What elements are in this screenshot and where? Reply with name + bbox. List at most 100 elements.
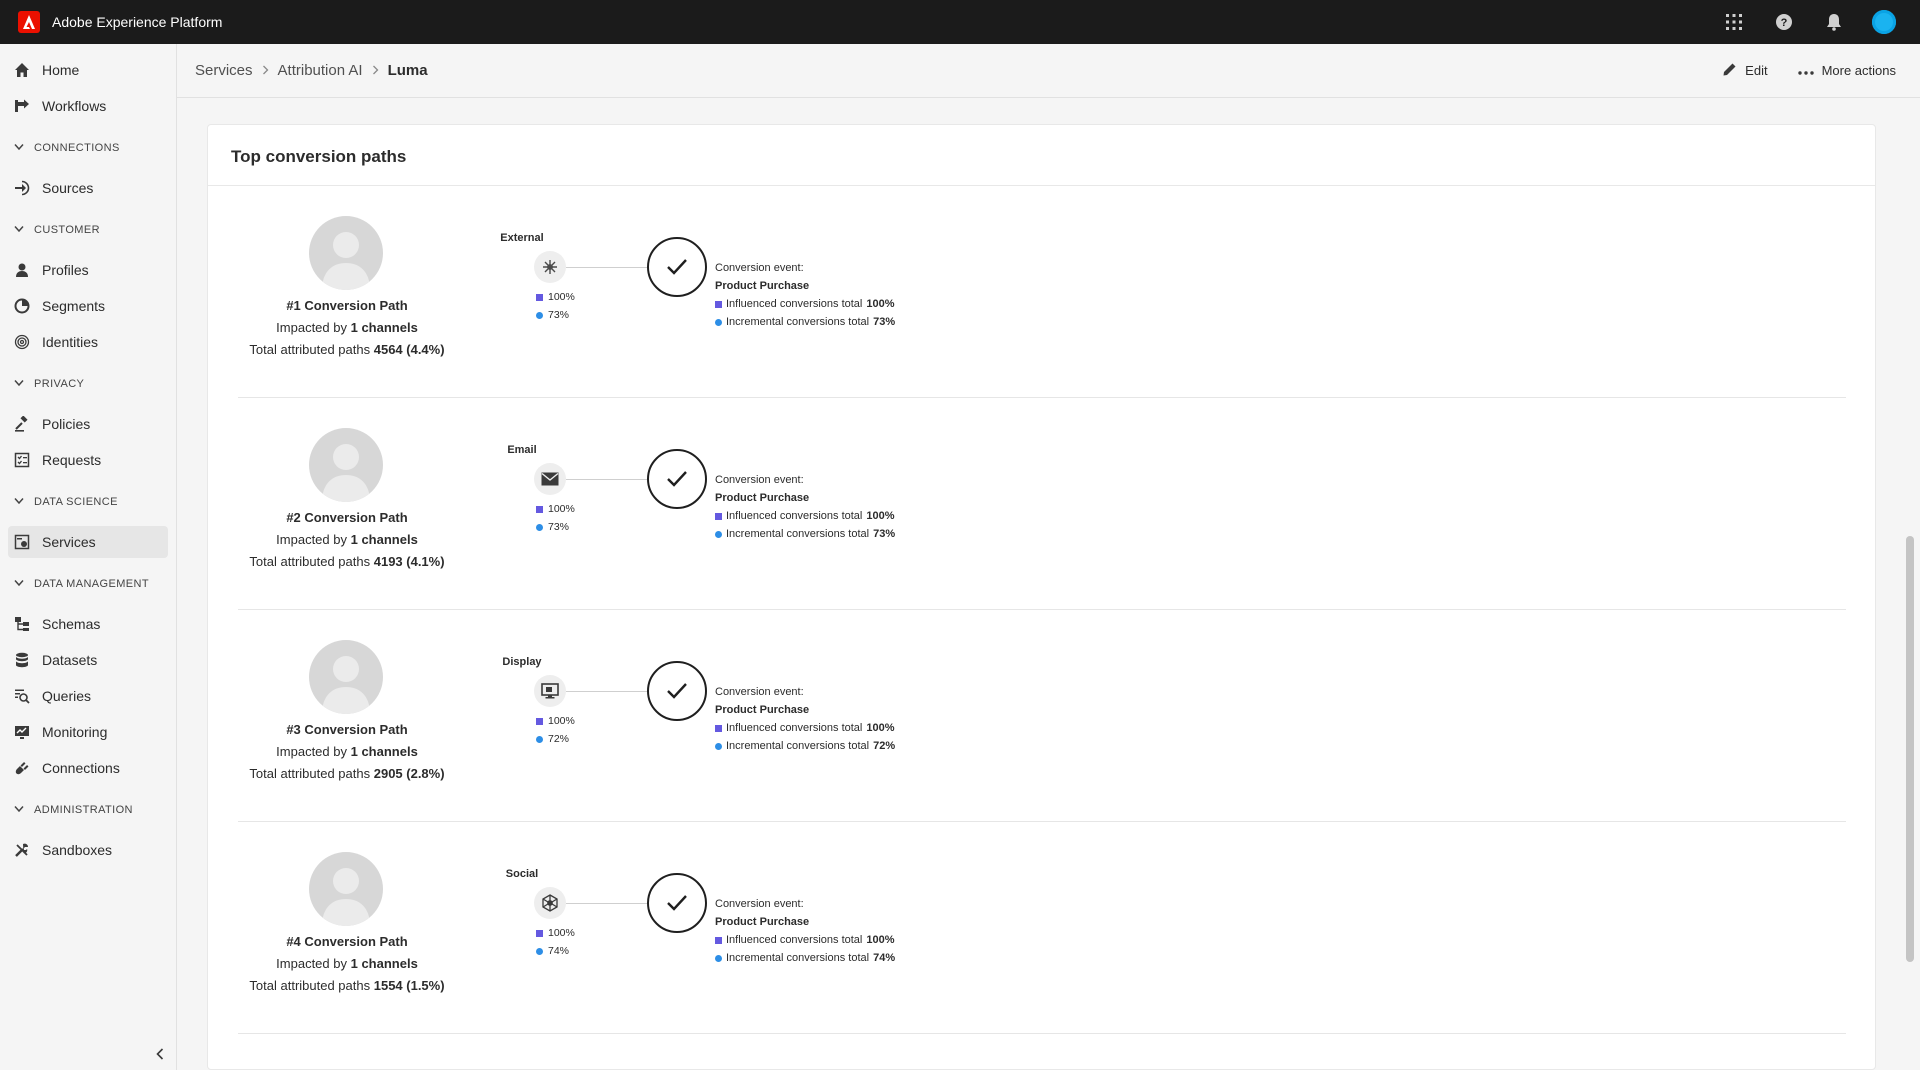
email-envelope-icon[interactable] bbox=[534, 463, 566, 495]
tools-icon bbox=[13, 841, 31, 859]
sidebar-item-profiles[interactable]: Profiles bbox=[8, 254, 168, 286]
more-actions-button[interactable]: More actions bbox=[1797, 63, 1896, 78]
sidebar-item-queries[interactable]: Queries bbox=[8, 680, 168, 712]
chevron-down-icon bbox=[14, 804, 24, 816]
total-prefix: Total attributed paths bbox=[249, 554, 374, 569]
breadcrumb-current: Luma bbox=[387, 62, 428, 79]
influenced-metric: 100% bbox=[536, 503, 575, 515]
database-icon bbox=[13, 651, 31, 669]
influenced-legend-square bbox=[536, 929, 543, 937]
incremental-metric: 73% bbox=[536, 309, 569, 321]
display-monitor-icon[interactable] bbox=[534, 675, 566, 707]
sidebar-item-sources[interactable]: Sources bbox=[8, 172, 168, 204]
impacted-value: 1 channels bbox=[350, 320, 418, 335]
impacted-prefix: Impacted by bbox=[276, 956, 351, 971]
section-label: CUSTOMER bbox=[34, 224, 100, 236]
incremental-total: 73% bbox=[873, 316, 896, 328]
section-data-management[interactable]: DATA MANAGEMENT bbox=[14, 578, 149, 590]
path-connector-line bbox=[566, 479, 647, 480]
total-prefix: Total attributed paths bbox=[249, 766, 374, 781]
breadcrumb-services[interactable]: Services bbox=[195, 62, 253, 79]
app-title[interactable]: Adobe Experience Platform bbox=[52, 14, 222, 30]
sidebar-item-label: Schemas bbox=[42, 616, 101, 632]
workflows-icon bbox=[13, 97, 31, 115]
sidebar-item-label: Monitoring bbox=[42, 724, 108, 740]
person-avatar-icon bbox=[309, 640, 383, 714]
sidebar-item-services[interactable]: Services bbox=[8, 526, 168, 558]
influenced-total: 100% bbox=[866, 510, 895, 522]
sidebar-item-label: Workflows bbox=[42, 98, 107, 114]
impacted-value: 1 channels bbox=[350, 532, 418, 547]
channel-label: External bbox=[500, 232, 544, 244]
row-divider bbox=[238, 1033, 1846, 1034]
path-title: #2 Conversion Path bbox=[286, 510, 408, 525]
sidebar-item-datasets[interactable]: Datasets bbox=[8, 644, 168, 676]
total-value: 2905 (2.8%) bbox=[373, 766, 445, 781]
sidebar-item-connections[interactable]: Connections bbox=[8, 752, 168, 784]
incremental-metric: 74% bbox=[536, 945, 569, 957]
sidebar-item-workflows[interactable]: Workflows bbox=[8, 90, 168, 122]
section-label: CONNECTIONS bbox=[34, 142, 120, 154]
influenced-legend-square bbox=[536, 505, 543, 513]
notifications-bell-icon[interactable] bbox=[1822, 10, 1846, 34]
vertical-scrollbar-thumb[interactable] bbox=[1906, 536, 1914, 962]
incremental-metric: 73% bbox=[536, 521, 569, 533]
conversion-path-row: #1 Conversion Path Impacted by 1 channel… bbox=[238, 186, 1846, 398]
path-title: #4 Conversion Path bbox=[286, 934, 408, 949]
user-avatar[interactable] bbox=[1872, 10, 1896, 34]
sidebar-item-label: Datasets bbox=[42, 652, 98, 668]
breadcrumb-attribution-ai[interactable]: Attribution AI bbox=[278, 62, 363, 79]
section-label: DATA MANAGEMENT bbox=[34, 578, 149, 590]
person-avatar-icon bbox=[309, 428, 383, 502]
sidebar: Home Workflows CONNECTIONS Sources CUSTO… bbox=[0, 44, 177, 1070]
influenced-conversions: Influenced conversions total 100% bbox=[715, 934, 895, 946]
section-connections[interactable]: CONNECTIONS bbox=[14, 142, 120, 154]
influenced-legend-square bbox=[715, 300, 722, 308]
services-gear-icon bbox=[13, 533, 31, 551]
sidebar-item-label: Segments bbox=[42, 298, 106, 314]
conversion-event-name: Product Purchase bbox=[715, 704, 810, 716]
social-network-icon[interactable] bbox=[534, 887, 566, 919]
sidebar-item-monitoring[interactable]: Monitoring bbox=[8, 716, 168, 748]
conversion-path-row: #2 Conversion Path Impacted by 1 channel… bbox=[238, 398, 1846, 610]
section-data-science[interactable]: DATA SCIENCE bbox=[14, 496, 118, 508]
help-icon[interactable]: ? bbox=[1772, 10, 1796, 34]
sidebar-item-policies[interactable]: Policies bbox=[8, 408, 168, 440]
sidebar-item-segments[interactable]: Segments bbox=[8, 290, 168, 322]
person-avatar-icon bbox=[309, 852, 383, 926]
section-administration[interactable]: ADMINISTRATION bbox=[14, 804, 133, 816]
home-icon bbox=[13, 61, 31, 79]
incremental-metric: 72% bbox=[536, 733, 569, 745]
influenced-text: Influenced conversions total bbox=[726, 934, 863, 946]
sidebar-item-home[interactable]: Home bbox=[8, 54, 168, 86]
edit-button[interactable]: Edit bbox=[1722, 62, 1768, 80]
influenced-metric: 100% bbox=[536, 291, 575, 303]
top-conversion-paths-card: Top conversion paths #1 Conversion Path … bbox=[207, 124, 1876, 1070]
conversion-event-label: Conversion event: bbox=[715, 898, 804, 910]
path-connector-line bbox=[566, 267, 647, 268]
person-avatar-icon bbox=[309, 216, 383, 290]
section-privacy[interactable]: PRIVACY bbox=[14, 378, 84, 390]
influenced-text: Influenced conversions total bbox=[726, 722, 863, 734]
total-value: 4193 (4.1%) bbox=[373, 554, 445, 569]
impacted-value: 1 channels bbox=[350, 956, 418, 971]
collapse-sidebar-chevron-icon[interactable] bbox=[150, 1044, 170, 1064]
conversion-event-label: Conversion event: bbox=[715, 474, 804, 486]
incremental-total: 72% bbox=[873, 740, 896, 752]
sidebar-item-label: Connections bbox=[42, 760, 120, 776]
adobe-logo-icon[interactable] bbox=[18, 11, 40, 33]
incremental-conversions: Incremental conversions total 74% bbox=[715, 952, 895, 964]
impacted-prefix: Impacted by bbox=[276, 532, 351, 547]
page-header: Services Attribution AI Luma Edit More a… bbox=[177, 44, 1920, 98]
apps-grid-icon[interactable] bbox=[1722, 10, 1746, 34]
incremental-legend-dot bbox=[715, 318, 722, 326]
sidebar-item-sandboxes[interactable]: Sandboxes bbox=[8, 834, 168, 866]
checkmark-circle-icon bbox=[647, 873, 707, 933]
external-network-icon[interactable] bbox=[534, 251, 566, 283]
section-customer[interactable]: CUSTOMER bbox=[14, 224, 100, 236]
sidebar-item-requests[interactable]: Requests bbox=[8, 444, 168, 476]
sidebar-item-identities[interactable]: Identities bbox=[8, 326, 168, 358]
fingerprint-icon bbox=[13, 333, 31, 351]
incremental-text: Incremental conversions total bbox=[726, 528, 870, 540]
sidebar-item-schemas[interactable]: Schemas bbox=[8, 608, 168, 640]
